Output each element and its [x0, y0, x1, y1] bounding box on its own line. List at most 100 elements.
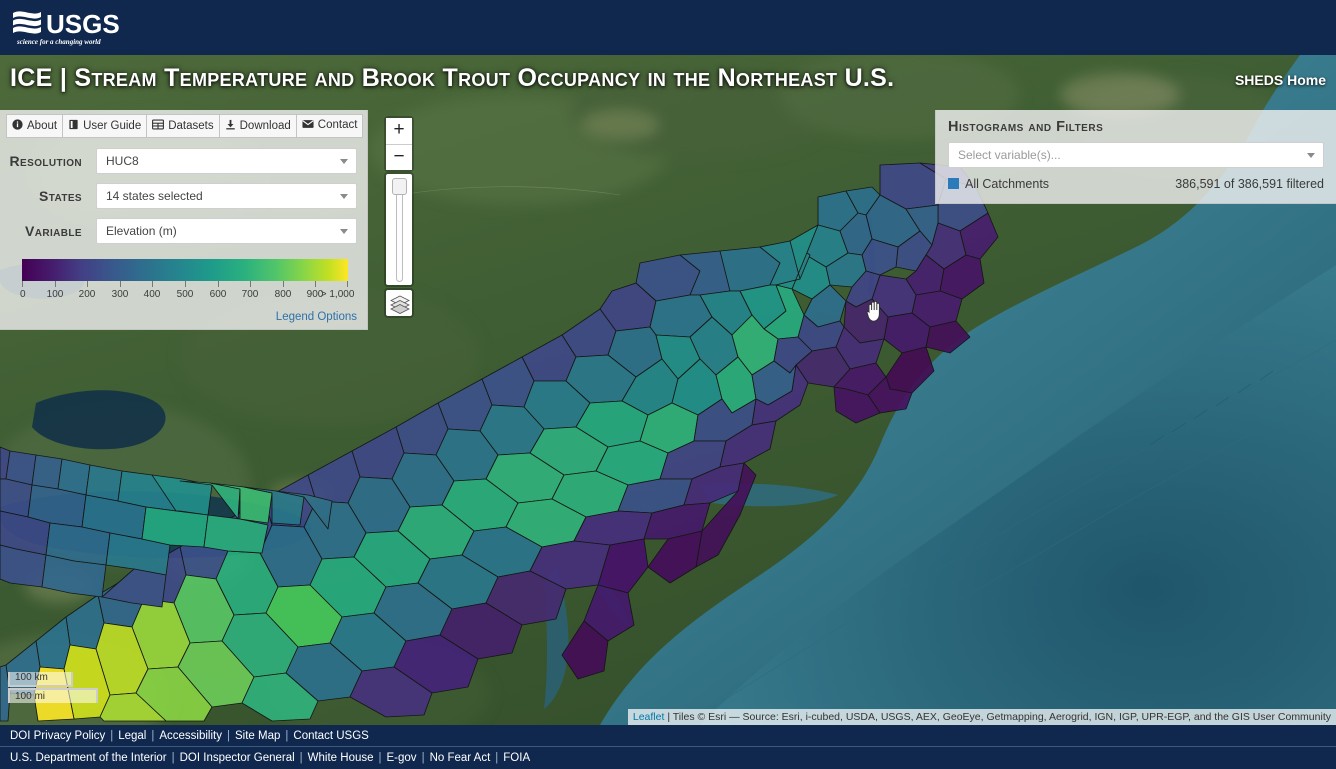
footer-link[interactable]: FOIA [503, 752, 530, 764]
legend-tick [120, 281, 121, 287]
legend-tick-label: 500 [176, 289, 194, 300]
nav-button-user-guide[interactable]: User Guide [62, 114, 148, 138]
nav-button-datasets[interactable]: Datasets [146, 114, 220, 138]
legend-tick-marks [22, 281, 348, 288]
footer-link[interactable]: E-gov [387, 752, 417, 764]
footer-link[interactable]: Legal [118, 730, 146, 742]
legend-tick-label: 800 [274, 289, 292, 300]
download-icon [225, 119, 236, 133]
nav-button-download[interactable]: Download [218, 114, 297, 138]
nav-button-contact[interactable]: Contact [295, 114, 364, 138]
legend-tick [87, 281, 88, 287]
footer-link[interactable]: Accessibility [159, 730, 222, 742]
nav-label-download: Download [239, 120, 291, 132]
info-circle-icon [12, 119, 23, 133]
footer-link[interactable]: DOI Inspector General [180, 752, 295, 764]
zoom-control[interactable]: + − [384, 116, 414, 172]
footer-link[interactable]: DOI Privacy Policy [10, 730, 105, 742]
states-field: States 14 states selected [0, 180, 367, 212]
zoom-out-button[interactable]: − [386, 144, 412, 170]
variable-multiselect[interactable]: Select variable(s)... [948, 142, 1324, 168]
states-value: 14 states selected [106, 189, 203, 203]
variable-value: Elevation (m) [106, 224, 177, 238]
legend-tick-label: 700 [241, 289, 259, 300]
footer-separator: | [299, 752, 303, 764]
envelope-icon [302, 119, 314, 132]
legend-tick-label: 600 [209, 289, 227, 300]
svg-text:USGS: USGS [46, 9, 120, 39]
variable-select[interactable]: Elevation (m) [96, 218, 357, 244]
legend-tick [347, 281, 348, 287]
legend-tick [55, 281, 56, 287]
table-icon [152, 119, 165, 133]
footer-separator: | [171, 752, 175, 764]
usgs-header-bar: USGS science for a changing world [0, 0, 1336, 55]
footer-separator: | [285, 730, 289, 742]
legend-tick [152, 281, 153, 287]
footer-link[interactable]: U.S. Department of the Interior [10, 752, 167, 764]
all-catchments-label: All Catchments [965, 177, 1050, 191]
chevron-down-icon [1307, 153, 1315, 158]
all-catchments-legend: All Catchments [948, 177, 1049, 191]
chevron-down-icon [340, 194, 348, 199]
legend-tick-label: 400 [143, 289, 161, 300]
legend-options-link[interactable]: Legend Options [276, 311, 357, 323]
footer-separator: | [495, 752, 499, 764]
legend-tick-label: 300 [111, 289, 129, 300]
layers-icon [390, 295, 410, 314]
book-icon [68, 119, 79, 133]
states-select[interactable]: 14 states selected [96, 183, 357, 209]
nav-button-about[interactable]: About [6, 114, 64, 138]
legend-tick-label: 200 [78, 289, 96, 300]
footer-separator: | [421, 752, 425, 764]
nav-label-user-guide: User Guide [83, 120, 142, 132]
usgs-footer: DOI Privacy Policy | Legal | Accessibility | S… [0, 725, 1336, 769]
legend-tick-labels: 0 100 200 300 400 500 600 700 800 900 > 1,000 [20, 289, 354, 303]
zoom-slider-handle[interactable] [392, 178, 407, 195]
filtered-count: 386,591 of 386,591 filtered [1175, 177, 1324, 191]
series-color-swatch [948, 178, 959, 189]
legend-tick-label: 0 [20, 289, 26, 300]
nav-label-contact: Contact [317, 119, 358, 131]
histograms-filters-title: Histograms and Filters [948, 119, 1104, 135]
map-attribution: Leaflet | Tiles © Esri — Source: Esri, i… [627, 709, 1336, 725]
states-label: States [38, 188, 82, 204]
usgs-logo[interactable]: USGS science for a changing world [10, 4, 130, 50]
footer-separator: | [151, 730, 155, 742]
all-catchments-row: All Catchments 386,591 of 386,591 filter… [948, 177, 1324, 191]
variable-label: Variable [25, 223, 82, 239]
legend-tick [218, 281, 219, 287]
svg-text:science for a changing world: science for a changing world [16, 38, 101, 46]
resolution-field: Resolution HUC8 [0, 145, 367, 177]
nav-label-datasets: Datasets [168, 120, 214, 132]
zoom-slider-control[interactable] [384, 172, 414, 287]
map-scale-bar: 100 km 100 mi [8, 672, 98, 703]
footer-separator: | [378, 752, 382, 764]
footer-link[interactable]: Site Map [235, 730, 280, 742]
legend-tick-label: > 1,000 [320, 289, 355, 300]
footer-separator: | [110, 730, 114, 742]
legend-options-row: Legend Options [0, 303, 367, 323]
legend-tick [22, 281, 23, 287]
sheds-home-link[interactable]: SHEDS Home [1235, 72, 1326, 88]
zoom-slider-track[interactable] [396, 180, 403, 282]
resolution-select[interactable]: HUC8 [96, 148, 357, 174]
footer-separator: | [227, 730, 230, 742]
attribution-text: | Tiles © Esri — Source: Esri, i-cubed, … [667, 711, 1331, 723]
footer-link[interactable]: No Fear Act [430, 752, 491, 764]
legend-tick [283, 281, 284, 287]
legend-tick-label: 100 [46, 289, 64, 300]
chevron-down-icon [340, 229, 348, 234]
leaflet-link[interactable]: Leaflet [633, 711, 665, 723]
legend-gradient-bar [22, 259, 348, 281]
footer-link[interactable]: Contact USGS [293, 730, 368, 742]
zoom-in-button[interactable]: + [386, 118, 412, 144]
nav-button-group: About User Guide Datasets Download Conta… [0, 110, 367, 142]
layers-control-button[interactable] [384, 288, 414, 318]
legend-tick [185, 281, 186, 287]
footer-links-secondary: U.S. Department of the Interior | DOI Insp… [0, 746, 1336, 764]
nav-label-about: About [27, 120, 58, 132]
resolution-label: Resolution [9, 153, 82, 169]
footer-links-primary: DOI Privacy Policy | Legal | Accessibility | S… [0, 725, 1336, 742]
footer-link[interactable]: White House [308, 752, 374, 764]
